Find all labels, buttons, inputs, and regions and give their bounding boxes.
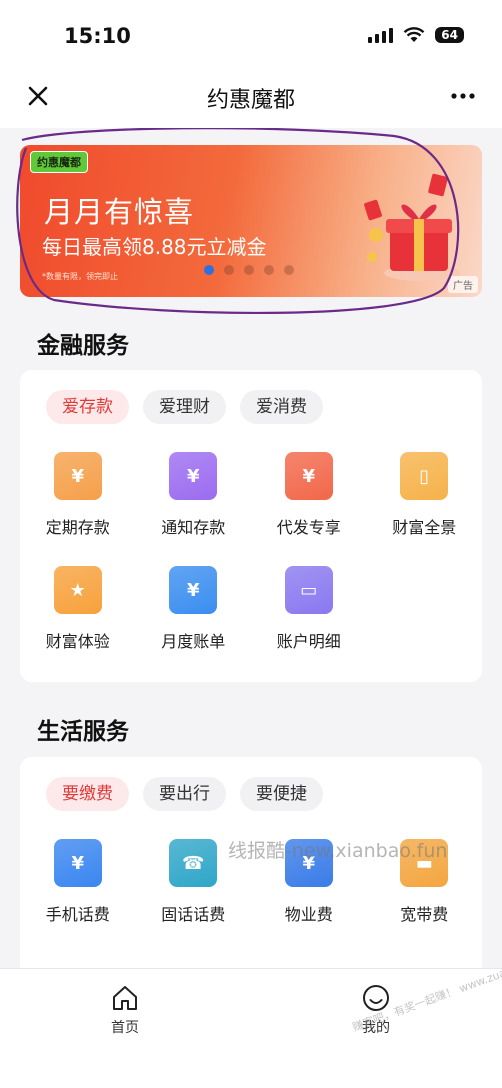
life-service-label: 固话话费 bbox=[161, 905, 226, 924]
finance-service-label: 月度账单 bbox=[161, 632, 226, 651]
page-title: 约惠魔都 bbox=[206, 88, 295, 113]
tab-home-label: 首页 bbox=[111, 1020, 139, 1036]
status-icons: 64 bbox=[368, 27, 464, 43]
notice-deposit-icon: ¥ bbox=[169, 452, 218, 500]
fixed-deposit-icon: ¥ bbox=[53, 452, 102, 500]
finance-service-item[interactable]: ¥ 月度账单 bbox=[136, 566, 252, 652]
finance-service-item[interactable]: ¥ 代发专享 bbox=[251, 452, 367, 538]
monthly-bill-icon: ¥ bbox=[169, 566, 218, 614]
signal-icon bbox=[368, 27, 394, 43]
finance-chips: 爱存款 爱理财 爱消费 bbox=[46, 390, 323, 424]
wifi-icon bbox=[403, 27, 425, 42]
tab-home[interactable]: 首页 bbox=[85, 983, 165, 1037]
wealth-map-icon: ▯ bbox=[400, 452, 449, 500]
annotation-ellipse bbox=[16, 128, 460, 315]
life-service-label: 物业费 bbox=[284, 905, 333, 924]
finance-service-label: 账户明细 bbox=[276, 632, 341, 651]
life-chips: 要缴费 要出行 要便捷 bbox=[46, 777, 323, 811]
battery-icon: 64 bbox=[435, 27, 464, 43]
life-chip[interactable]: 要出行 bbox=[143, 777, 226, 811]
life-service-label: 宽带费 bbox=[400, 905, 449, 924]
nav-bar: 约惠魔都 bbox=[0, 64, 502, 128]
finance-service-label: 代发专享 bbox=[276, 518, 341, 537]
finance-section-title: 金融服务 bbox=[37, 333, 129, 359]
finance-grid: ¥ 定期存款 ¥ 通知存款 ¥ 代发专享 ▯ 财富全景 ★ 财富体验 ¥ 月度账单 ▭ 账户明细 bbox=[20, 452, 482, 652]
life-section-title: 生活服务 bbox=[37, 719, 129, 745]
finance-chip[interactable]: 爱存款 bbox=[46, 390, 129, 424]
life-service-label: 手机话费 bbox=[45, 905, 110, 924]
payroll-icon: ¥ bbox=[284, 452, 333, 500]
account-detail-icon: ▭ bbox=[284, 566, 333, 614]
life-service-item[interactable]: ¥ 手机话费 bbox=[20, 839, 136, 925]
watermark: 线报酷-new.xianbao.fun bbox=[228, 840, 448, 862]
landline-icon: ☎ bbox=[169, 839, 218, 887]
more-icon[interactable] bbox=[448, 84, 478, 108]
mobile-bill-icon: ¥ bbox=[53, 839, 102, 887]
finance-service-item[interactable]: ▭ 账户明细 bbox=[251, 566, 367, 652]
status-bar: 15:10 64 bbox=[0, 0, 502, 64]
status-time: 15:10 bbox=[64, 24, 131, 48]
life-card: 要缴费 要出行 要便捷 ¥ 手机话费 ☎ 固话话费 ¥ 物业费 ▬ 宽带费 bbox=[20, 757, 482, 987]
home-icon bbox=[113, 986, 137, 1010]
wealth-experience-icon: ★ bbox=[53, 566, 102, 614]
finance-service-item[interactable]: ▯ 财富全景 bbox=[367, 452, 483, 538]
finance-service-label: 财富全景 bbox=[392, 518, 457, 537]
life-chip[interactable]: 要便捷 bbox=[240, 777, 323, 811]
finance-chip[interactable]: 爱消费 bbox=[240, 390, 323, 424]
finance-card: 爱存款 爱理财 爱消费 ¥ 定期存款 ¥ 通知存款 ¥ 代发专享 ▯ 财富全景 ★ 财富体验 ¥ 月度账单… bbox=[20, 370, 482, 682]
finance-service-item[interactable]: ¥ 通知存款 bbox=[136, 452, 252, 538]
life-chip[interactable]: 要缴费 bbox=[46, 777, 129, 811]
tab-bar: 首页 我的 bbox=[0, 968, 502, 1088]
finance-service-label: 通知存款 bbox=[161, 518, 226, 537]
finance-chip[interactable]: 爱理财 bbox=[143, 390, 226, 424]
finance-service-item[interactable]: ¥ 定期存款 bbox=[20, 452, 136, 538]
finance-service-item[interactable]: ★ 财富体验 bbox=[20, 566, 136, 652]
finance-service-label: 财富体验 bbox=[45, 632, 110, 651]
finance-service-label: 定期存款 bbox=[45, 518, 110, 537]
